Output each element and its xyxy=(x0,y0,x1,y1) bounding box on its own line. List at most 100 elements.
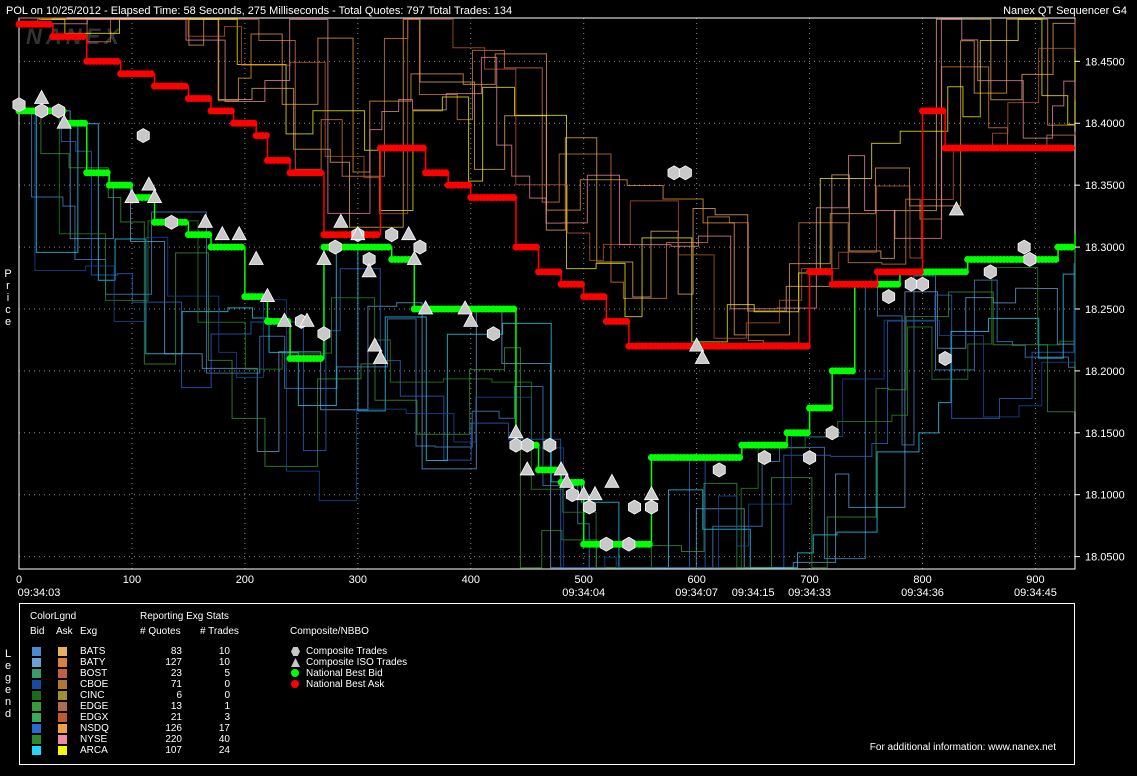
national-best-ask-point xyxy=(147,70,155,78)
exchange-exg: BOST xyxy=(80,668,108,679)
exchange-trades: 5 xyxy=(224,668,230,679)
x-tick-label: 600 xyxy=(687,574,705,586)
col-ask-header: Ask xyxy=(56,626,73,637)
national-best-ask-point xyxy=(373,231,381,239)
national-best-ask-point xyxy=(113,57,121,65)
national-best-bid-point xyxy=(317,355,325,363)
composite-trade-marker xyxy=(52,103,65,119)
bid-color-swatch xyxy=(32,746,41,755)
composite-trade-marker xyxy=(938,351,952,366)
national-best-ask-point xyxy=(317,169,325,177)
national-best-ask-point xyxy=(79,33,87,41)
national-best-ask-point xyxy=(871,280,879,288)
composite-trade-marker xyxy=(12,97,26,113)
col-quotes-header: # Quotes xyxy=(140,626,181,637)
red-dot-icon xyxy=(291,680,299,688)
time-label: 09:34:04 xyxy=(562,587,605,599)
exchange-trades: 10 xyxy=(218,646,230,657)
ask-color-swatch xyxy=(58,669,67,678)
national-best-ask-point xyxy=(939,107,947,115)
national-best-bid-point xyxy=(781,441,789,449)
exchange-trades: 17 xyxy=(218,723,230,734)
national-best-bid-point xyxy=(1052,255,1060,263)
stats-title: Reporting Exg Stats xyxy=(140,611,229,622)
national-best-ask-point xyxy=(532,243,540,251)
bid-color-swatch xyxy=(32,735,41,744)
x-tick-label: 700 xyxy=(800,574,818,586)
ask-color-swatch xyxy=(58,647,67,656)
national-best-bid-point xyxy=(103,169,111,177)
composite-trade-marker xyxy=(757,450,771,466)
x-tick-label: 100 xyxy=(123,574,141,586)
exchange-trades: 3 xyxy=(224,712,230,723)
exchange-quotes: 126 xyxy=(165,723,182,734)
national-best-ask-point xyxy=(227,107,235,115)
bid-color-swatch xyxy=(32,647,41,656)
x-tick-label: 800 xyxy=(913,574,931,586)
national-best-bid-point xyxy=(736,454,744,462)
exchange-exg: BATY xyxy=(80,657,106,668)
national-best-bid-point xyxy=(81,119,89,127)
ask-color-swatch xyxy=(58,746,67,755)
y-tick-label: 18.0500 xyxy=(1085,552,1125,564)
composite-trade-marker xyxy=(1023,251,1037,267)
composite-trade-marker xyxy=(803,450,817,466)
composite-legend-label: Composite Trades xyxy=(306,646,388,657)
exchange-quotes: 6 xyxy=(176,690,182,701)
composite-legend-label: Composite ISO Trades xyxy=(306,657,408,668)
composite-trade-marker xyxy=(136,128,150,144)
composite-trade-marker xyxy=(582,499,596,515)
bid-color-swatch xyxy=(32,680,41,689)
national-best-ask-point xyxy=(1068,144,1076,152)
composite-trade-marker xyxy=(164,214,178,230)
exchange-exg: CBOE xyxy=(80,679,109,690)
composite-trade-marker xyxy=(645,499,658,515)
composite-trade-marker xyxy=(667,165,681,181)
national-best-bid-point xyxy=(849,367,857,375)
x-tick-label: 400 xyxy=(462,574,480,586)
composite-trade-marker xyxy=(678,165,692,181)
price-chart: NANEX 18.450018.400018.350018.300018.250… xyxy=(12,17,1125,599)
national-best-bid-point xyxy=(384,243,392,251)
composite-trade-marker xyxy=(520,437,534,453)
national-best-ask-point xyxy=(555,268,563,276)
composite-trade-marker xyxy=(599,536,613,552)
exchange-exg: ARCA xyxy=(80,745,108,756)
composite-trade-marker xyxy=(543,437,557,453)
composite-trade-marker xyxy=(35,103,49,119)
composite-trade-marker xyxy=(328,239,342,255)
composite-trade-marker xyxy=(916,276,929,292)
national-best-ask-point xyxy=(803,342,811,350)
national-best-ask-point xyxy=(916,268,924,276)
national-best-bid-point xyxy=(826,404,834,412)
exchange-exg: CINC xyxy=(80,690,105,701)
national-best-ask-point xyxy=(205,94,213,102)
time-label: 09:34:45 xyxy=(1014,587,1057,599)
exchange-quotes: 13 xyxy=(170,701,182,712)
national-best-bid-point xyxy=(577,478,585,486)
national-best-bid-point xyxy=(181,218,189,226)
exchange-trades: 0 xyxy=(224,690,230,701)
national-best-ask-point xyxy=(262,132,270,140)
bid-color-swatch xyxy=(32,702,41,711)
time-label: 09:34:07 xyxy=(675,587,718,599)
ask-color-swatch xyxy=(58,680,67,689)
exchange-exg: EDGX xyxy=(80,712,109,723)
national-best-bid-point xyxy=(510,305,518,313)
exchange-exg: NSDQ xyxy=(80,723,109,734)
exchange-trades: 1 xyxy=(224,701,230,712)
national-best-bid-point xyxy=(205,231,213,239)
composite-trade-marker xyxy=(825,425,839,441)
composite-title: Composite/NBBO xyxy=(290,626,369,637)
col-bid-header: Bid xyxy=(30,626,45,637)
exchange-quotes: 107 xyxy=(165,745,182,756)
x-axis-ticks: 0 100 200 300 400 500 600 700 800 900 09:34:03 09:3… xyxy=(16,574,1057,599)
national-best-ask-point xyxy=(419,144,427,152)
green-dot-icon xyxy=(291,669,299,677)
national-best-ask-point xyxy=(45,20,53,28)
composite-trade-marker xyxy=(413,239,427,255)
y-tick-label: 18.4000 xyxy=(1085,118,1125,130)
ask-color-swatch xyxy=(58,658,67,667)
y-tick-label: 18.1500 xyxy=(1085,428,1125,440)
exchange-exg: EDGE xyxy=(80,701,109,712)
